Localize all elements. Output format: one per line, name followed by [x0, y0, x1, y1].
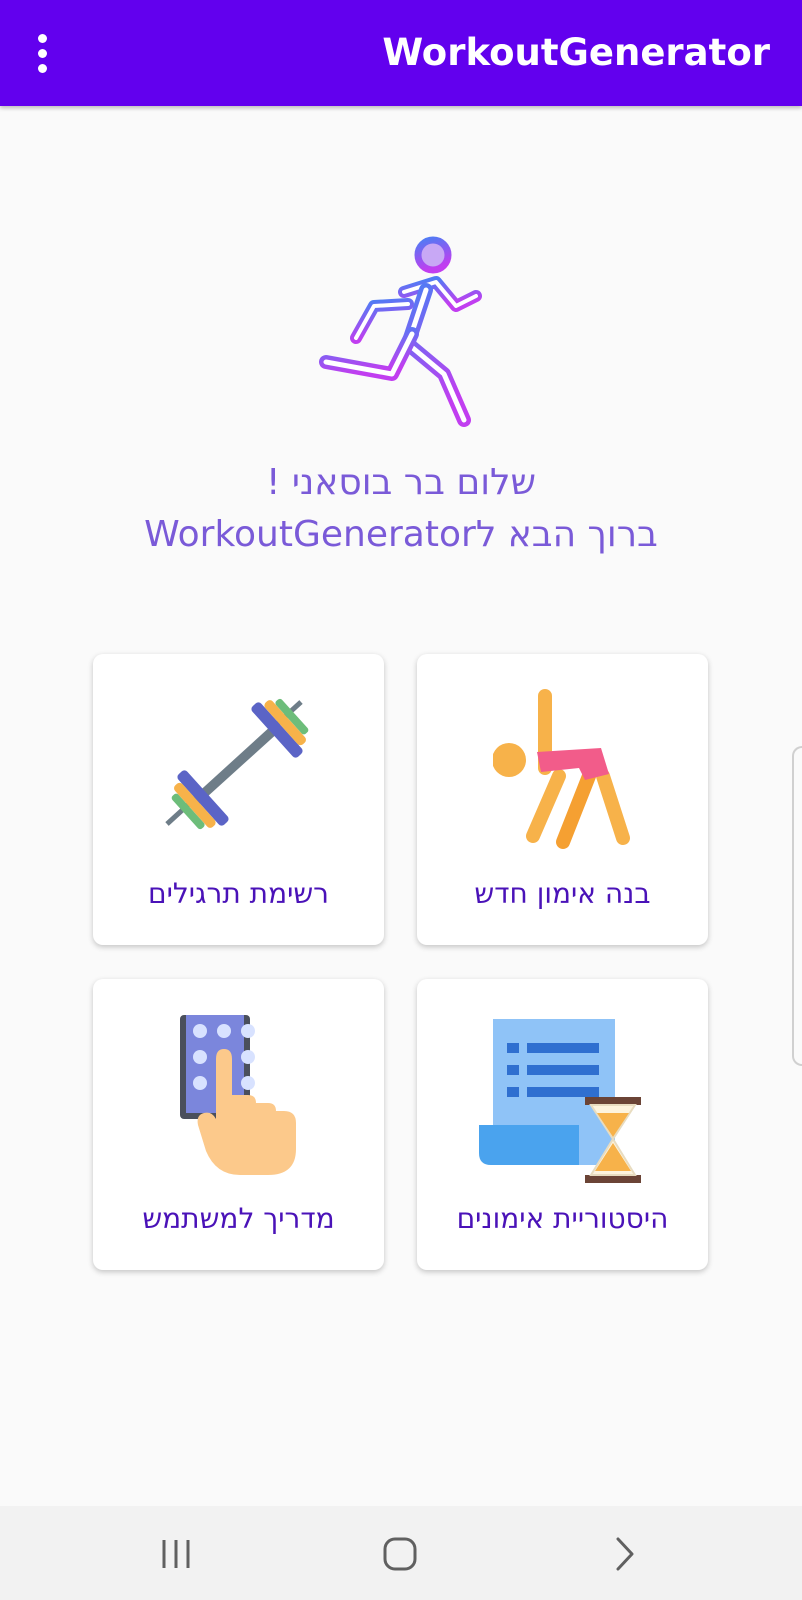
barbell-icon	[164, 698, 308, 830]
exercise-list-label: רשימת תרגילים	[148, 877, 329, 910]
build-workout-label: בנה אימון חדש	[474, 877, 651, 910]
workout-history-card[interactable]: היסטוריית אימונים	[417, 979, 708, 1270]
build-workout-card[interactable]: בנה אימון חדש	[417, 654, 708, 945]
system-nav-bar	[0, 1506, 802, 1600]
running-person-icon	[319, 236, 482, 427]
home-icon[interactable]	[370, 1526, 430, 1582]
app-title: WorkoutGenerator	[382, 31, 770, 74]
user-guide-card[interactable]: מדריך למשתמש	[93, 979, 384, 1270]
welcome-text: ברוך הבא לWorkoutGenerator	[144, 514, 658, 555]
more-vert-icon[interactable]	[20, 25, 64, 81]
greeting-text: שלום בר בוסאני !	[265, 462, 537, 503]
user-guide-label: מדריך למשתמש	[142, 1202, 335, 1235]
app-bar: WorkoutGenerator	[0, 0, 802, 106]
stretching-person-icon	[492, 689, 630, 849]
recent-apps-icon[interactable]	[146, 1526, 206, 1582]
workout-history-label: היסטוריית אימונים	[456, 1202, 669, 1235]
edge-panel-handle[interactable]	[792, 746, 802, 1066]
document-hourglass-icon	[478, 1019, 641, 1183]
back-icon[interactable]	[596, 1526, 656, 1582]
exercise-list-card[interactable]: רשימת תרגילים	[93, 654, 384, 945]
hand-keypad-icon	[179, 1015, 296, 1175]
